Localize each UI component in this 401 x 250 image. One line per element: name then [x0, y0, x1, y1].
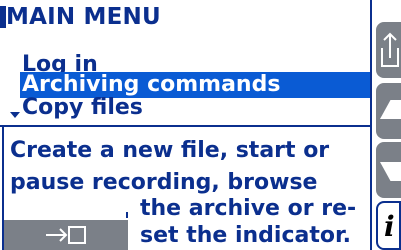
info-icon: i	[384, 210, 395, 243]
export-icon	[381, 32, 399, 67]
description-line: set the indicator.	[140, 223, 352, 248]
arrow-up-icon	[380, 100, 401, 119]
arrow-down-icon	[380, 162, 401, 181]
enter-button[interactable]	[4, 218, 128, 250]
description-line: pause recording, browse	[10, 170, 318, 195]
menu-item-copy-files[interactable]: Copy files	[22, 95, 143, 121]
enter-icon	[46, 226, 86, 244]
description-line: the archive or re-	[140, 196, 357, 221]
arrow-up-button[interactable]	[376, 83, 401, 139]
export-button[interactable]	[376, 22, 401, 78]
device-screen: MAIN MENU Log in Archiving commands Copy…	[0, 0, 401, 250]
scroll-down-indicator-icon	[10, 112, 20, 118]
arrow-down-button[interactable]	[376, 142, 401, 198]
menu-frame-right	[370, 0, 372, 127]
info-button[interactable]: i	[376, 201, 401, 250]
menu-title: MAIN MENU	[0, 4, 161, 30]
description-line: Create a new file, start or	[10, 138, 330, 163]
